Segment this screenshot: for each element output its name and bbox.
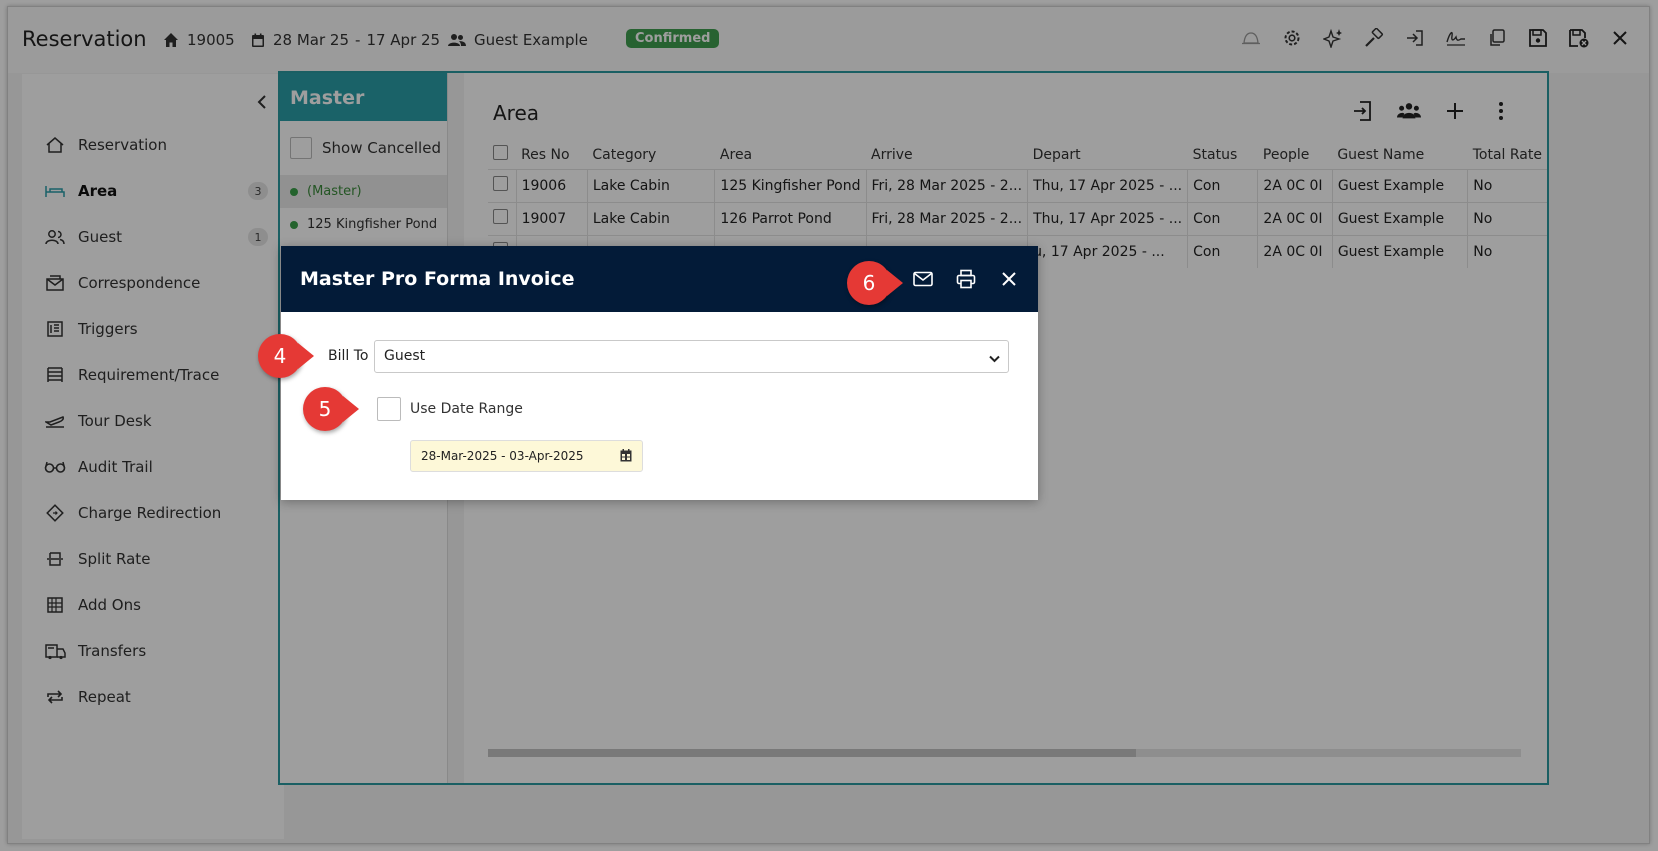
close-icon[interactable] [998,268,1020,290]
date-range-input[interactable]: 28-Mar-2025 - 03-Apr-2025 [410,440,643,472]
callout-step-4: 4 [258,334,314,378]
dialog-header: Master Pro Forma Invoice [281,246,1038,312]
callout-step-6: 6 [847,261,903,305]
callout-step-5: 5 [303,387,359,431]
callout-number: 6 [847,261,891,305]
callout-pointer [298,343,314,369]
bill-to-select[interactable]: Guest [374,340,1009,373]
dialog-title: Master Pro Forma Invoice [300,268,575,290]
callout-pointer [887,270,903,296]
use-date-range-checkbox[interactable] [377,397,401,421]
callout-number: 4 [258,334,302,378]
date-range-value: 28-Mar-2025 - 03-Apr-2025 [421,449,584,463]
callout-pointer [343,396,359,422]
callout-number: 5 [303,387,347,431]
email-icon[interactable] [912,268,934,290]
calendar-icon[interactable] [620,449,632,465]
chevron-down-icon [989,351,1000,367]
use-date-range-label: Use Date Range [410,401,523,417]
dialog-actions [912,268,1020,290]
print-icon[interactable] [955,268,977,290]
bill-to-label: Bill To [328,348,369,364]
bill-to-value: Guest [384,348,426,364]
pro-forma-invoice-dialog: Master Pro Forma Invoice Bill To Guest U… [281,246,1038,500]
